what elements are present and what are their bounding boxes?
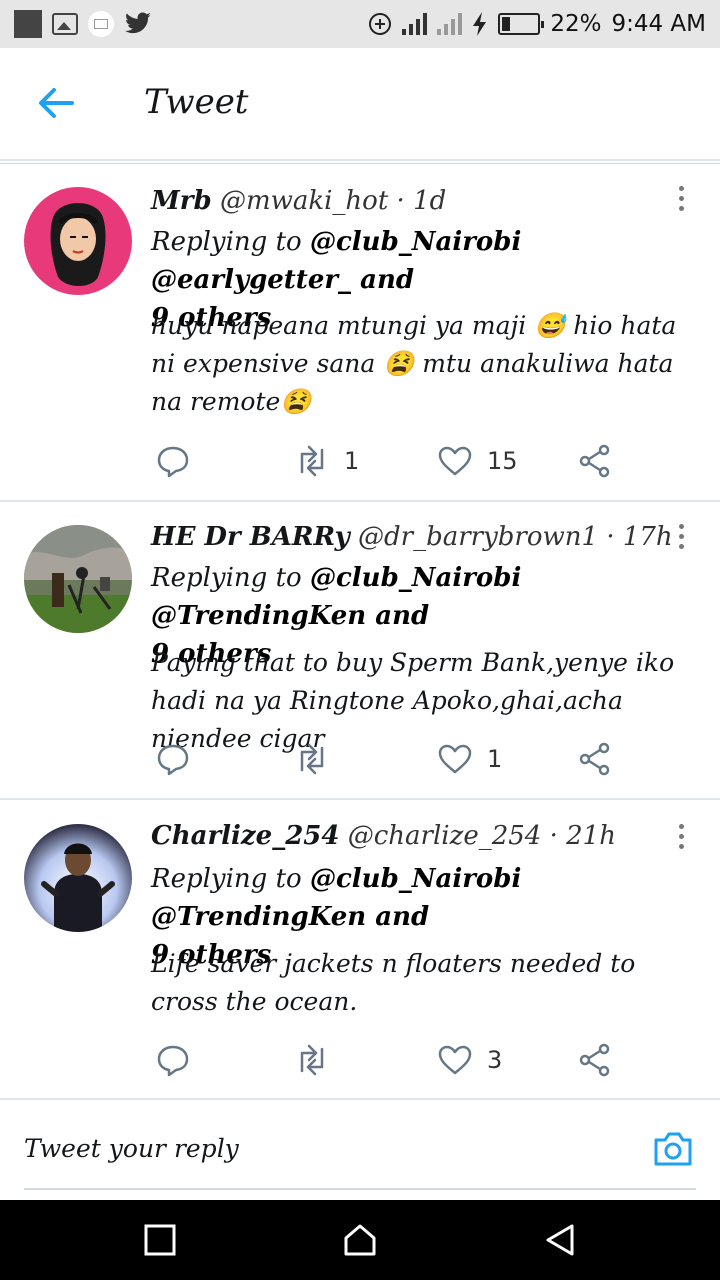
share-icon [579, 444, 610, 478]
tweet-actions: 1 [151, 739, 631, 779]
battery-percent: 22% [550, 11, 602, 37]
author-name[interactable]: Mrb [151, 186, 212, 216]
author-name[interactable]: HE Dr BARRy [151, 522, 350, 552]
system-nav-bar [0, 1200, 720, 1280]
reply-input[interactable]: Tweet your reply [24, 1134, 239, 1163]
author-handle[interactable]: @charlize_254 [348, 821, 542, 851]
heart-icon [438, 1045, 472, 1075]
tweet-header: HE Dr BARRy @dr_barrybrown1 · 17h [151, 522, 673, 552]
tweet-time: 21h [566, 821, 616, 851]
retweet-button[interactable] [294, 1040, 344, 1080]
reply-button[interactable] [155, 1040, 191, 1080]
author-handle[interactable]: @mwaki_hot [220, 186, 388, 216]
comment-icon [157, 446, 189, 478]
tweet[interactable]: Charlize_254 @charlize_254 · 21h Replyin… [0, 800, 720, 1100]
share-button[interactable] [577, 1040, 613, 1080]
share-button[interactable] [577, 441, 613, 481]
more-options-icon[interactable] [676, 824, 686, 852]
tweet[interactable]: HE Dr BARRy @dr_barrybrown1 · 17h Replyi… [0, 502, 720, 800]
camera-icon[interactable] [652, 1130, 694, 1168]
tweet-time: 17h [622, 522, 673, 552]
like-button[interactable]: 1 [437, 739, 502, 779]
notification-icons [14, 10, 152, 38]
twitter-bird-icon [125, 12, 151, 34]
heart-icon [438, 744, 472, 774]
like-count: 15 [487, 447, 518, 475]
like-count: 3 [487, 1046, 503, 1074]
replying-prefix: Replying to [151, 864, 302, 894]
reply-button[interactable] [155, 739, 191, 779]
retweet-button[interactable] [294, 739, 344, 779]
tweet-text: huyu napeana mtungi ya maji 😅 hio hata n… [151, 311, 677, 416]
reply-underline [24, 1188, 696, 1190]
tweet-header: Charlize_254 @charlize_254 · 21h [151, 821, 616, 851]
reply-composer: Tweet your reply [0, 1102, 720, 1200]
comment-icon [157, 744, 189, 776]
tweet-actions: 1 15 [151, 441, 631, 481]
avatar[interactable] [24, 187, 132, 295]
recents-icon[interactable] [142, 1222, 178, 1258]
retweet-icon [300, 445, 324, 477]
retweet-button[interactable]: 1 [294, 441, 359, 481]
home-icon[interactable] [342, 1222, 378, 1258]
retweet-icon [300, 1044, 324, 1076]
reply-button[interactable] [155, 441, 191, 481]
clock: 9:44 AM [611, 11, 706, 37]
retweet-icon [300, 743, 324, 775]
share-icon [579, 1043, 610, 1077]
author-name[interactable]: Charlize_254 [151, 821, 339, 851]
author-handle[interactable]: @dr_barrybrown1 [358, 522, 598, 552]
mail-notification-icon [88, 11, 114, 37]
back-nav-icon[interactable] [542, 1222, 578, 1258]
tweet[interactable]: Mrb @mwaki_hot · 1d Replying to @club_Na… [0, 166, 720, 502]
image-notification-icon [52, 13, 78, 35]
system-icons: 22% 9:44 AM [368, 10, 706, 38]
signal-icon [402, 13, 428, 35]
comment-icon [157, 1045, 189, 1077]
replying-prefix: Replying to [151, 563, 302, 593]
header-divider [0, 159, 720, 161]
like-count: 1 [487, 745, 503, 773]
page-title: Tweet [144, 82, 249, 122]
tweet-text: Life saver jackets n floaters needed to … [151, 949, 636, 1016]
header: Tweet [0, 48, 720, 160]
more-options-icon[interactable] [676, 186, 686, 214]
header-divider-shadow [0, 163, 720, 164]
battery-icon [498, 13, 545, 35]
tweet-time: 1d [413, 186, 447, 216]
like-button[interactable]: 3 [437, 1040, 502, 1080]
tweet-header: Mrb @mwaki_hot · 1d [151, 186, 447, 216]
data-saver-icon [369, 13, 392, 35]
app-notification-icon [14, 10, 42, 38]
tweet-actions: 3 [151, 1040, 631, 1080]
heart-icon [438, 446, 472, 476]
like-button[interactable]: 15 [437, 441, 518, 481]
avatar[interactable] [24, 525, 132, 633]
more-options-icon[interactable] [676, 524, 686, 552]
retweet-count: 1 [344, 447, 360, 475]
charging-icon [473, 12, 487, 36]
replying-prefix: Replying to [151, 227, 302, 257]
arrow-left-icon[interactable] [36, 86, 76, 120]
share-icon [579, 742, 610, 776]
avatar[interactable] [24, 824, 132, 932]
signal-2-icon [437, 13, 463, 35]
status-bar: 22% 9:44 AM [0, 0, 720, 48]
share-button[interactable] [577, 739, 613, 779]
